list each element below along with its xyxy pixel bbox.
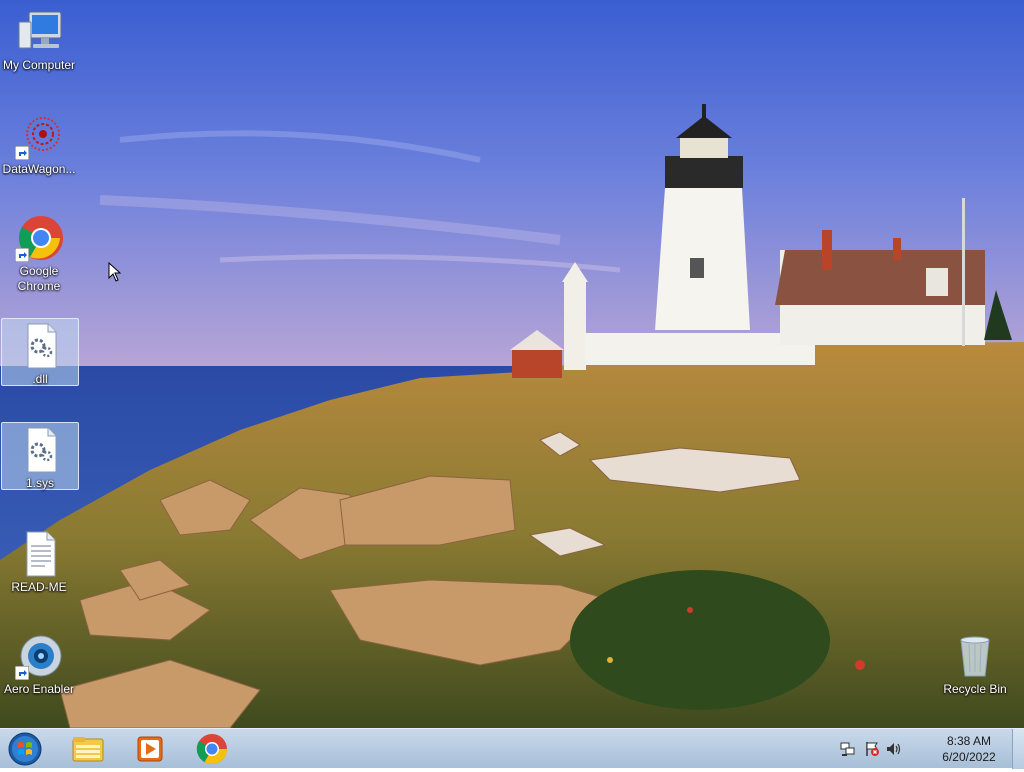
clock-time: 8:38 AM [946, 734, 992, 748]
taskbar: 8:38 AM 6/20/2022 [0, 728, 1024, 769]
desktop-icon-label: Aero Enabler [3, 682, 75, 696]
chrome-icon [15, 214, 63, 262]
chrome-icon [196, 734, 227, 765]
desktop-icon-label: DataWagon... [2, 162, 76, 176]
desktop-icon-label: My Computer [2, 58, 76, 72]
desktop-icon-datawagon[interactable]: DataWagon... [0, 112, 78, 177]
start-button[interactable] [6, 731, 44, 767]
shortcut-arrow-icon [15, 248, 29, 262]
desktop-icon-recycle-bin[interactable]: Recycle Bin [936, 632, 1014, 697]
action-center-flag-icon[interactable] [864, 741, 880, 757]
computer-icon [15, 8, 63, 56]
taskbar-media-player[interactable] [128, 731, 172, 767]
system-tray: 8:38 AM 6/20/2022 [834, 729, 1004, 769]
desktop-icon-label: 1.sys [25, 476, 54, 490]
shortcut-arrow-icon [15, 146, 29, 160]
windows-logo-icon [8, 732, 42, 766]
mouse-pointer-icon [108, 262, 122, 282]
windows-explorer-icon [72, 737, 104, 762]
media-player-icon [137, 736, 163, 762]
system-file-icon [16, 426, 64, 474]
desktop-icon-label: Recycle Bin [943, 682, 1007, 696]
desktop[interactable]: My Computer DataWagon... Google Chrome .… [0, 0, 1024, 728]
datawagon-icon [15, 112, 63, 160]
desktop-icon-dll[interactable]: .dll [1, 318, 79, 386]
text-document-icon [15, 530, 63, 578]
desktop-icon-label: .dll [32, 372, 48, 386]
volume-icon[interactable] [886, 741, 902, 757]
desktop-icon-label: READ-ME [11, 580, 67, 594]
desktop-icon-label: Google Chrome [17, 264, 61, 293]
clock-date: 6/20/2022 [942, 750, 996, 764]
taskbar-google-chrome[interactable] [190, 731, 234, 767]
aero-enabler-icon [15, 632, 63, 680]
desktop-icon-google-chrome[interactable]: Google Chrome [0, 214, 78, 294]
shortcut-arrow-icon [15, 666, 29, 680]
network-icon[interactable] [840, 741, 856, 757]
desktop-icon-read-me[interactable]: READ-ME [0, 530, 78, 595]
desktop-icon-my-computer[interactable]: My Computer [0, 8, 78, 73]
show-desktop-button[interactable] [1012, 729, 1024, 769]
desktop-icon-1-sys[interactable]: 1.sys [1, 422, 79, 490]
taskbar-windows-explorer[interactable] [66, 731, 110, 767]
system-file-icon [16, 322, 64, 370]
desktop-icon-aero-enabler[interactable]: Aero Enabler [0, 632, 78, 697]
recycle-bin-icon [951, 632, 999, 680]
wallpaper [0, 0, 1024, 728]
clock[interactable]: 8:38 AM 6/20/2022 [934, 733, 1004, 765]
